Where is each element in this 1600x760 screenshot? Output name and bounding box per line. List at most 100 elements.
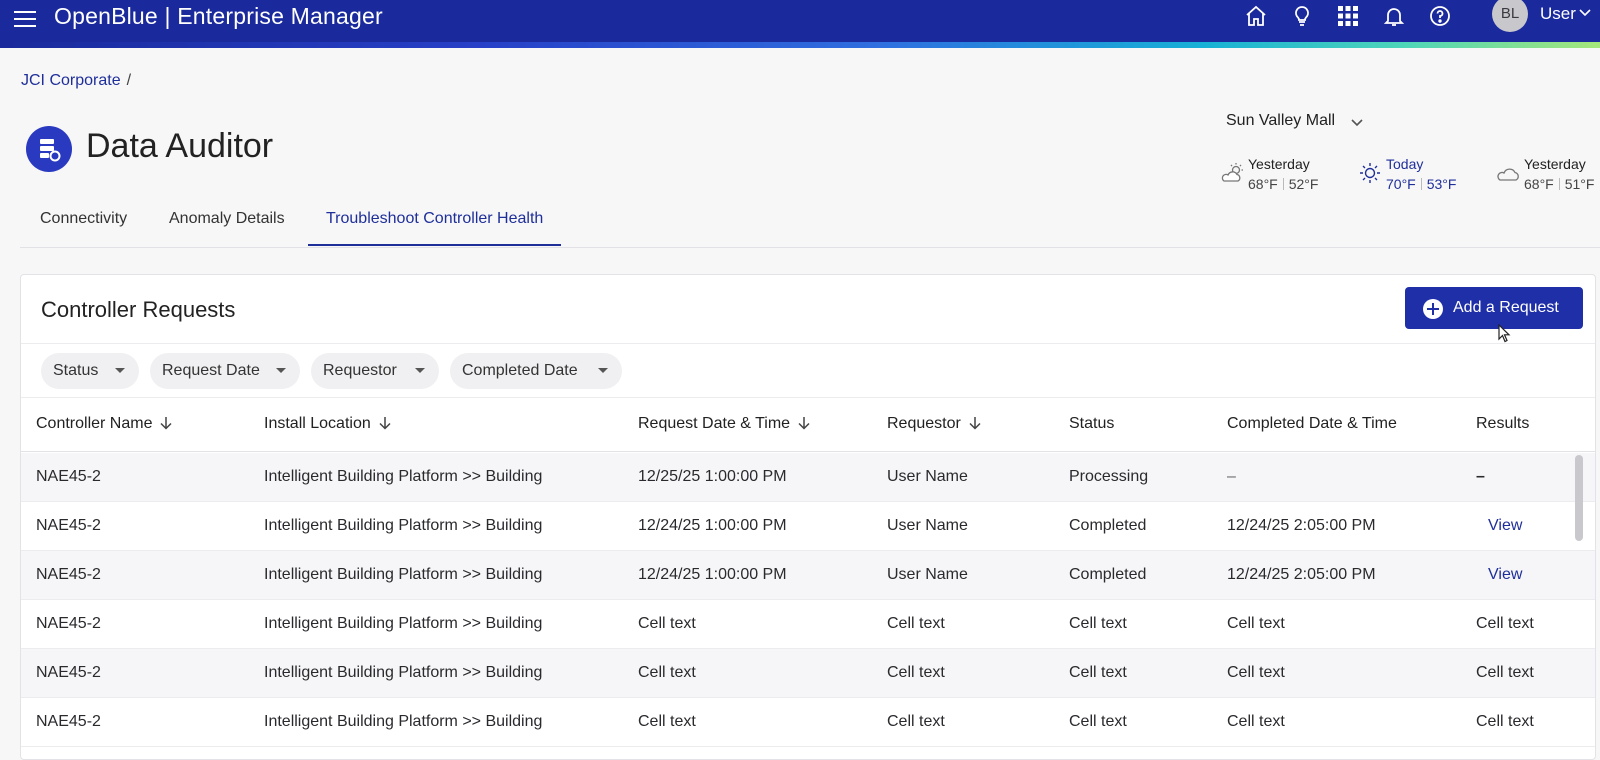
weather-day: Yesterday [1524, 156, 1586, 172]
cell-completed-date: – [1227, 468, 1236, 485]
cell-request-date: Cell text [638, 615, 696, 632]
filter-label: Requestor [323, 362, 397, 379]
column-label: Controller Name [36, 415, 153, 432]
column-header-controller-name[interactable]: Controller Name [36, 415, 174, 433]
cell-requestor: Cell text [887, 615, 945, 632]
filter-status[interactable]: Status [41, 353, 139, 389]
filter-label: Request Date [162, 362, 260, 379]
cell-completed-date: 12/24/25 2:05:00 PM [1227, 566, 1376, 583]
cell-controller-name: NAE45-2 [36, 664, 101, 681]
temp-low: 53°F [1426, 176, 1457, 192]
column-label: Request Date & Time [638, 415, 791, 432]
column-header-completed-date: Completed Date & Time [1227, 415, 1397, 432]
cell-controller-name: NAE45-2 [36, 566, 101, 583]
cell-request-date: Cell text [638, 713, 696, 730]
data-auditor-icon [26, 126, 72, 172]
apps-grid-icon[interactable] [1336, 4, 1360, 28]
add-circle-icon [1423, 299, 1443, 319]
table-row[interactable]: NAE45-2 Intelligent Building Platform >>… [21, 502, 1595, 551]
cloud-icon [1497, 168, 1519, 181]
weather-temps: 70°F 53°F [1386, 176, 1456, 192]
cell-status: Completed [1069, 566, 1147, 583]
cell-requestor: Cell text [887, 664, 945, 681]
sort-arrow-down-icon[interactable] [377, 415, 393, 431]
column-header-request-date[interactable]: Request Date & Time [638, 415, 812, 433]
cell-status: Cell text [1069, 713, 1127, 730]
site-selector[interactable]: Sun Valley Mall [1226, 112, 1335, 130]
cell-request-date: 12/24/25 1:00:00 PM [638, 517, 787, 534]
cell-results: Cell text [1476, 713, 1534, 730]
filter-completed-date[interactable]: Completed Date [450, 353, 622, 389]
filter-requestor[interactable]: Requestor [311, 353, 439, 389]
top-app-bar: OpenBlue | Enterprise Manager BL User [0, 0, 1600, 48]
table-row[interactable]: NAE45-2 Intelligent Building Platform >>… [21, 698, 1595, 747]
chevron-down-icon[interactable] [1350, 116, 1364, 130]
cell-requestor: User Name [887, 566, 968, 583]
mouse-cursor-icon [1498, 324, 1511, 343]
sort-arrow-down-icon[interactable] [796, 415, 812, 431]
sort-arrow-down-icon[interactable] [158, 415, 174, 431]
table-scrollbar[interactable] [1575, 455, 1583, 541]
cell-request-date: 12/25/25 1:00:00 PM [638, 468, 787, 485]
breadcrumb-root-link[interactable]: JCI Corporate [21, 72, 121, 89]
tab-connectivity[interactable]: Connectivity [40, 210, 127, 246]
add-request-button[interactable]: Add a Request [1405, 287, 1583, 329]
table-row[interactable]: NAE45-2 Intelligent Building Platform >>… [21, 551, 1595, 600]
table-row[interactable]: NAE45-2 Intelligent Building Platform >>… [21, 600, 1595, 649]
hamburger-menu-icon[interactable] [14, 6, 36, 30]
user-menu-label[interactable]: User [1540, 4, 1576, 24]
tab-troubleshoot-controller-health[interactable]: Troubleshoot Controller Health [308, 210, 562, 246]
bell-icon[interactable] [1382, 4, 1406, 28]
cell-controller-name: NAE45-2 [36, 517, 101, 534]
chevron-down-icon[interactable] [1578, 6, 1592, 20]
cell-controller-name: NAE45-2 [36, 615, 101, 632]
home-icon[interactable] [1244, 4, 1268, 28]
divider [21, 343, 1595, 344]
caret-down-icon [115, 368, 125, 373]
cell-install-location: Intelligent Building Platform >> Buildin… [264, 664, 543, 681]
cell-install-location: Intelligent Building Platform >> Buildin… [264, 566, 543, 583]
cell-requestor: Cell text [887, 713, 945, 730]
filter-request-date[interactable]: Request Date [150, 353, 300, 389]
tab-anomaly-details[interactable]: Anomaly Details [169, 210, 285, 246]
cell-install-location: Intelligent Building Platform >> Buildin… [264, 468, 543, 485]
breadcrumb: JCI Corporate / [21, 72, 131, 90]
brand-gradient-stripe [0, 42, 1600, 48]
lightbulb-icon[interactable] [1290, 4, 1314, 28]
weather-yesterday-2: Yesterday 68°F 51°F [1496, 154, 1600, 194]
column-header-status: Status [1069, 415, 1115, 432]
sun-icon [1360, 163, 1380, 183]
temp-high: 68°F [1524, 176, 1554, 192]
cell-status: Cell text [1069, 664, 1127, 681]
cell-completed-date: Cell text [1227, 713, 1285, 730]
caret-down-icon [415, 368, 425, 373]
table-row[interactable]: NAE45-2 Intelligent Building Platform >>… [21, 453, 1595, 502]
cell-request-date: Cell text [638, 664, 696, 681]
table-row[interactable]: NAE45-2 Intelligent Building Platform >>… [21, 649, 1595, 698]
breadcrumb-separator: / [126, 72, 132, 89]
cell-completed-date: Cell text [1227, 664, 1285, 681]
page-title: Data Auditor [86, 127, 274, 165]
column-header-requestor[interactable]: Requestor [887, 415, 983, 433]
weather-temps: 68°F 51°F [1524, 176, 1594, 192]
card-title: Controller Requests [41, 297, 236, 322]
weather-day: Yesterday [1248, 156, 1310, 172]
partly-cloudy-icon [1221, 163, 1243, 182]
cell-controller-name: NAE45-2 [36, 713, 101, 730]
column-header-install-location[interactable]: Install Location [264, 415, 393, 433]
cell-completed-date: 12/24/25 2:05:00 PM [1227, 517, 1376, 534]
view-results-link[interactable]: View [1488, 517, 1522, 535]
weather-yesterday: Yesterday 68°F 52°F [1220, 154, 1340, 194]
user-avatar[interactable]: BL [1492, 0, 1528, 32]
column-header-results: Results [1476, 415, 1530, 432]
weather-temps: 68°F 52°F [1248, 176, 1318, 192]
view-results-link[interactable]: View [1488, 566, 1522, 584]
cell-results: Cell text [1476, 664, 1534, 681]
cell-requestor: User Name [887, 468, 968, 485]
cell-completed-date: Cell text [1227, 615, 1285, 632]
help-icon[interactable] [1428, 4, 1452, 28]
cell-controller-name: NAE45-2 [36, 468, 101, 485]
sort-arrow-down-icon[interactable] [967, 415, 983, 431]
cell-request-date: 12/24/25 1:00:00 PM [638, 566, 787, 583]
cell-requestor: User Name [887, 517, 968, 534]
